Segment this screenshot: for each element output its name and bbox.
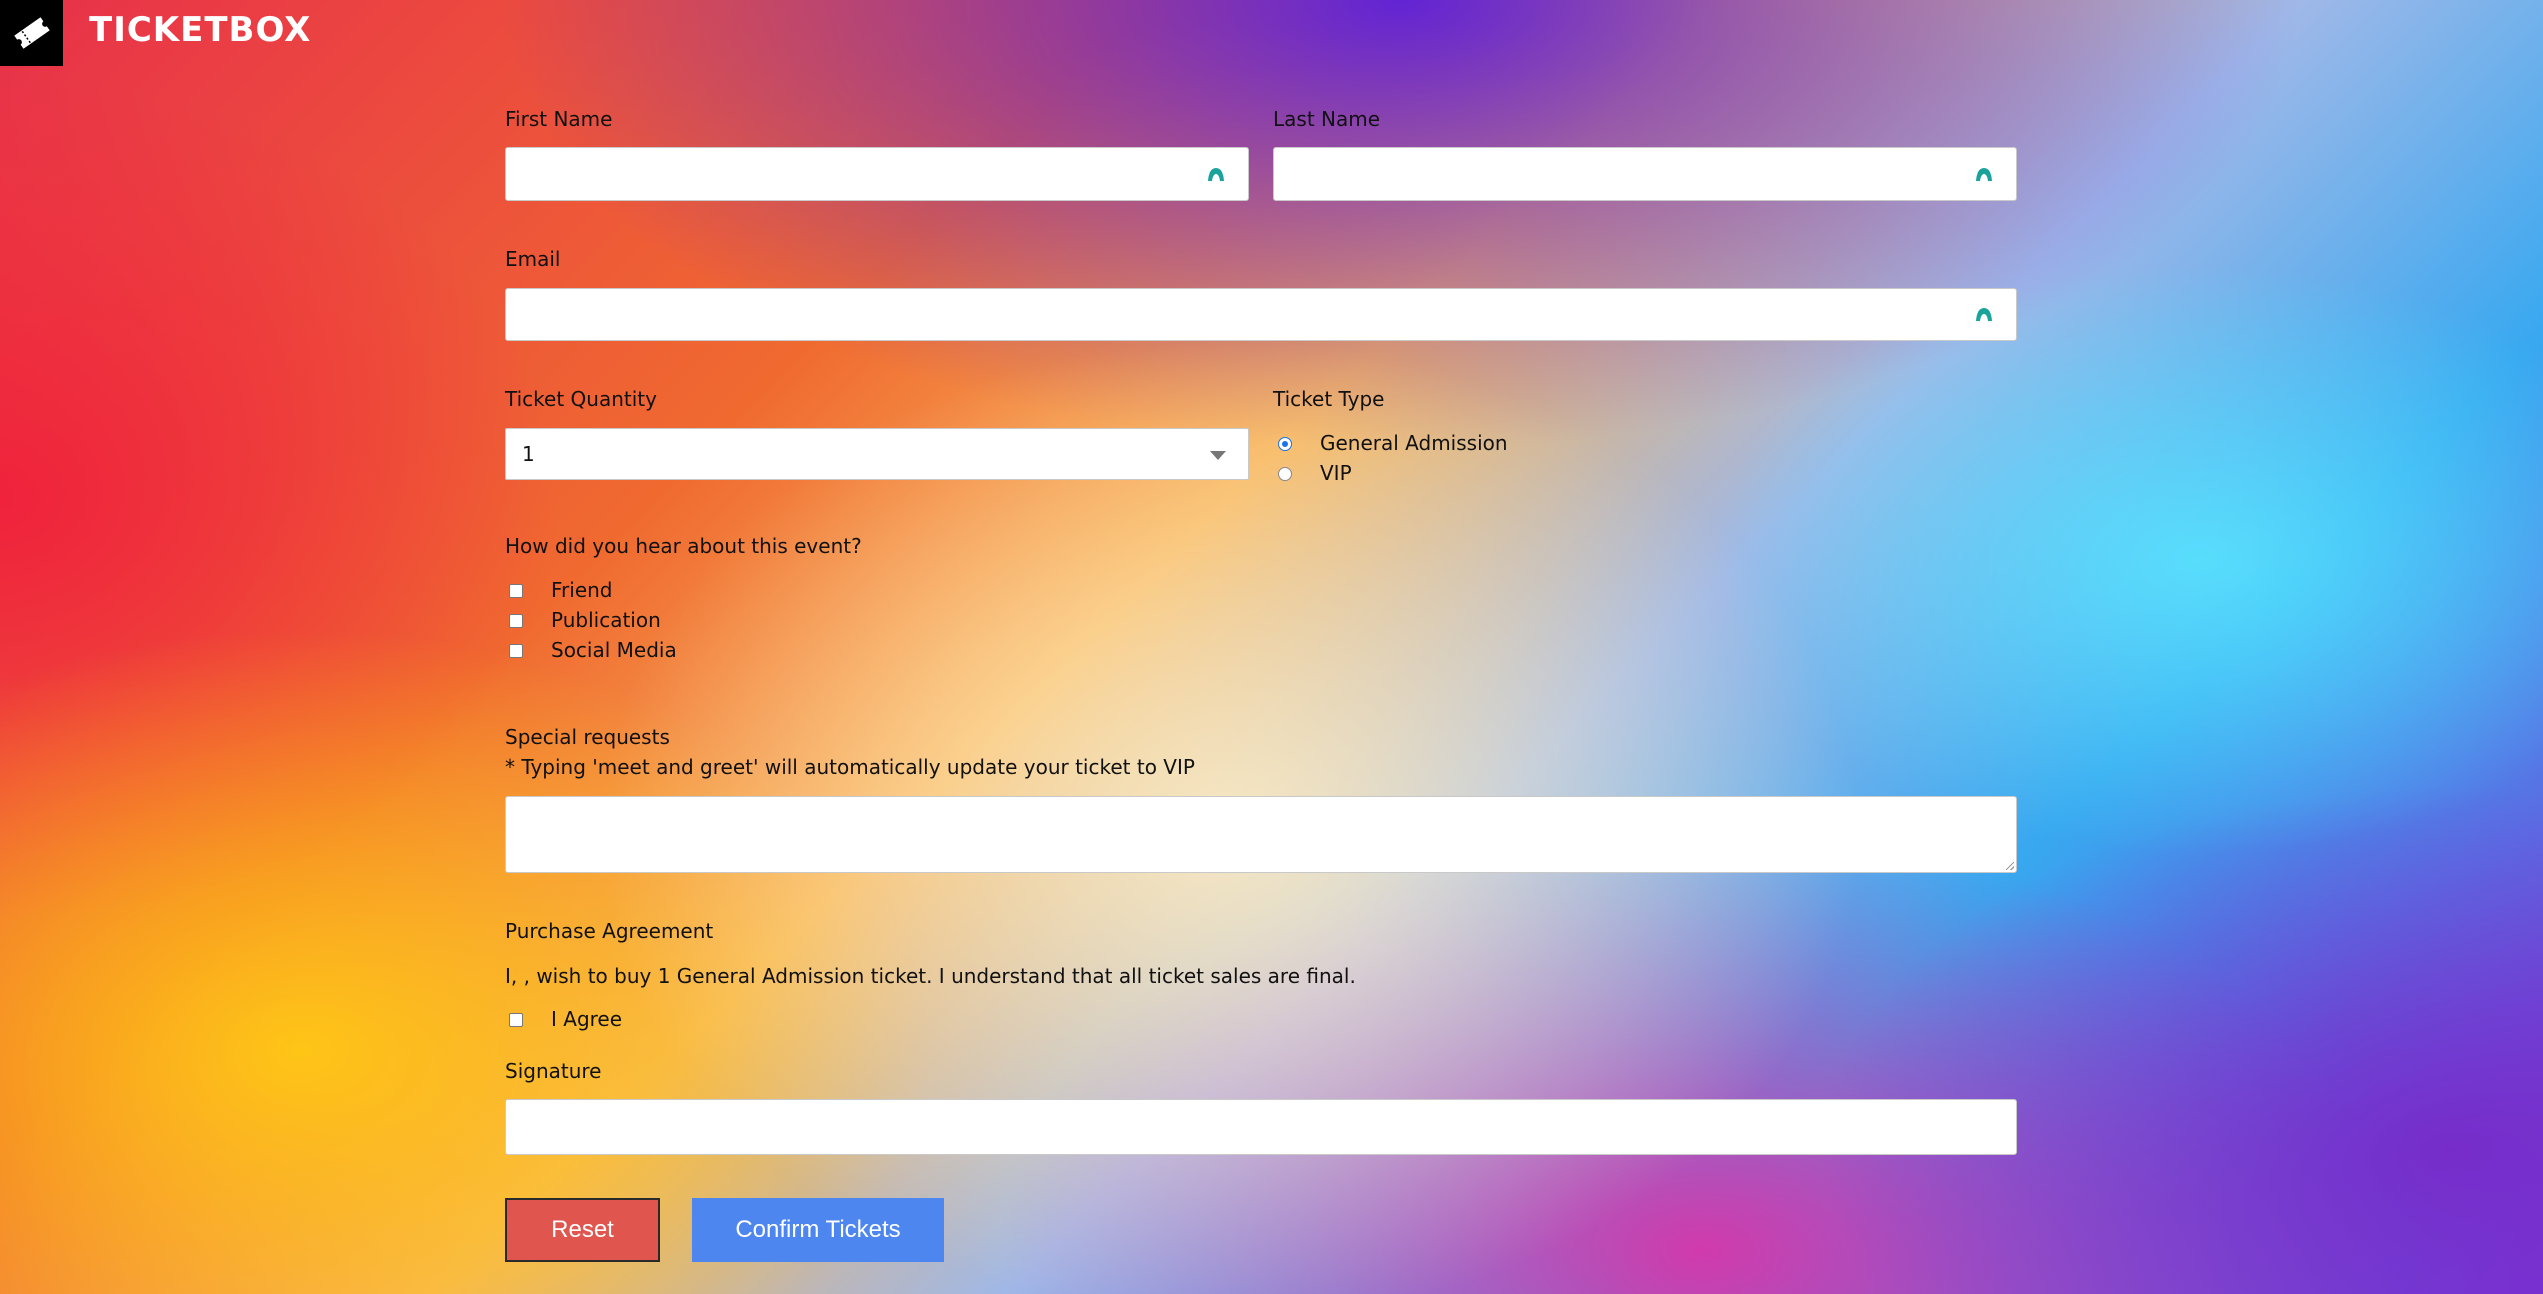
agree-label: I Agree [551,1007,623,1031]
first-name-label: First Name [505,107,613,131]
checkbox-friend[interactable] [509,584,523,598]
first-name-input[interactable] [505,147,1249,201]
radio-general-admission[interactable] [1278,437,1292,451]
purchase-agreement-text: I, , wish to buy 1 General Admission tic… [505,964,1356,988]
last-name-label: Last Name [1273,107,1381,131]
ticket-type-option-label: General Admission [1320,431,1508,455]
email-input[interactable] [505,288,2017,341]
ticket-quantity-value: 1 [522,442,535,466]
checkbox-agree[interactable] [509,1013,523,1027]
ticket-type-label: Ticket Type [1273,387,1385,411]
checkbox-publication[interactable] [509,614,523,628]
app-title: TICKETBOX [89,10,312,50]
autofill-icon[interactable] [1206,166,1226,182]
referral-option-label: Social Media [551,638,677,662]
resize-handle-icon[interactable] [2006,862,2014,870]
special-requests-textarea[interactable] [505,796,2017,873]
signature-input[interactable] [505,1099,2017,1155]
special-requests-label: Special requests [505,725,670,749]
referral-option-label: Friend [551,578,613,602]
email-label: Email [505,247,561,271]
ticket-icon [13,17,50,49]
autofill-icon[interactable] [1974,166,1994,182]
chevron-down-icon [1210,451,1226,460]
checkbox-social-media[interactable] [509,644,523,658]
ticket-type-option-label: VIP [1320,461,1352,485]
referral-option-label: Publication [551,608,661,632]
ticket-quantity-select[interactable]: 1 [505,428,1249,480]
referral-label: How did you hear about this event? [505,534,862,558]
special-requests-note: * Typing 'meet and greet' will automatic… [505,755,1195,779]
ticket-quantity-label: Ticket Quantity [505,387,657,411]
reset-button[interactable]: Reset [505,1198,660,1262]
confirm-tickets-button[interactable]: Confirm Tickets [692,1198,944,1262]
radio-vip[interactable] [1278,467,1292,481]
signature-label: Signature [505,1059,602,1083]
last-name-input[interactable] [1273,147,2017,201]
autofill-icon[interactable] [1974,306,1994,322]
purchase-agreement-label: Purchase Agreement [505,919,714,943]
brand-logo[interactable] [0,0,63,66]
